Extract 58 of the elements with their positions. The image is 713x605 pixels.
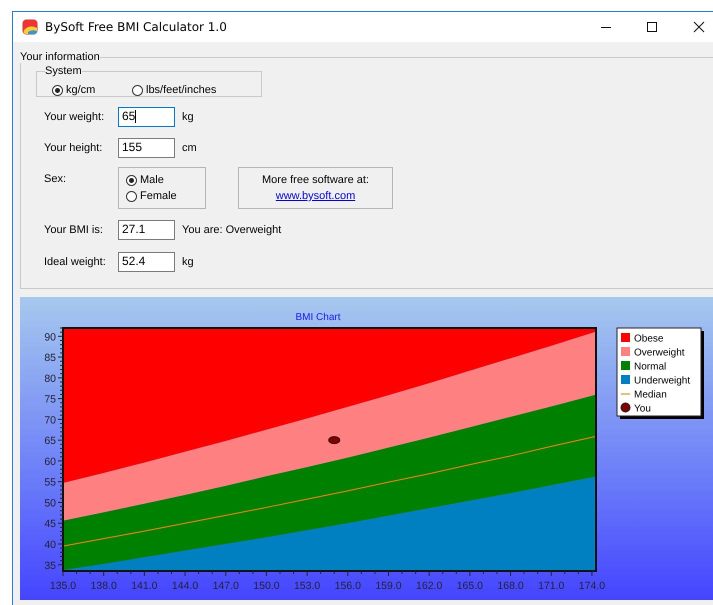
y-tick-label: 85 <box>44 352 56 364</box>
input-field[interactable]: 155 <box>118 138 175 158</box>
x-tick-label: 147.0 <box>212 580 239 592</box>
y-tick-label: 40 <box>44 539 56 551</box>
close-icon[interactable] <box>693 21 705 33</box>
legend-label: Overweight <box>634 348 685 358</box>
x-tick-label: 165.0 <box>456 580 483 592</box>
field-label: Your weight: <box>44 111 106 123</box>
x-tick-label: 174.0 <box>578 580 606 592</box>
x-tick-label: 168.0 <box>497 580 524 592</box>
x-tick-label: 150.0 <box>253 580 280 592</box>
y-tick-label: 75 <box>44 394 56 406</box>
x-tick-label: 153.0 <box>294 580 320 592</box>
radio-button[interactable]: Male <box>126 172 205 188</box>
y-tick-label: 45 <box>44 518 56 530</box>
y-tick-label: 90 <box>44 331 56 344</box>
legend-label: Obese <box>634 334 664 344</box>
field-label: Your height: <box>44 142 104 154</box>
y-tick-label: 55 <box>44 476 56 489</box>
x-tick-label: 159.0 <box>375 580 402 592</box>
y-tick-label: 60 <box>44 456 56 468</box>
website-link[interactable]: www.bysoft.com <box>276 190 356 202</box>
legend-label: Median <box>634 390 667 400</box>
unit-label: kg <box>182 111 194 123</box>
legend-label: Normal <box>634 362 666 372</box>
radio-button[interactable]: Female <box>126 188 205 204</box>
y-tick-label: 80 <box>44 372 56 385</box>
app-icon <box>22 19 38 35</box>
field-label: Your BMI is: <box>44 224 104 236</box>
result-text: You are: Overweight <box>182 224 282 236</box>
x-tick-label: 156.0 <box>334 580 361 592</box>
group-title: Your information <box>20 51 100 63</box>
input-field[interactable]: 52.4 <box>118 252 175 272</box>
unit-label: kg <box>182 256 194 268</box>
input-field[interactable]: 27.1 <box>118 220 175 240</box>
window-title: BySoft Free BMI Calculator 1.0 <box>45 20 227 34</box>
legend-label: You <box>634 404 651 414</box>
y-tick-label: 50 <box>44 497 56 510</box>
y-tick-label: 65 <box>44 435 56 448</box>
x-tick-label: 138.0 <box>90 580 117 592</box>
x-tick-label: 141.0 <box>131 580 158 592</box>
promo-text: More free software at: <box>262 174 369 186</box>
field-label: Ideal weight: <box>44 256 107 268</box>
y-tick-label: 70 <box>44 414 56 426</box>
maximize-icon[interactable] <box>646 21 658 33</box>
field-label: Sex: <box>44 173 68 185</box>
chart-title: BMI Chart <box>296 312 340 323</box>
x-tick-label: 135.0 <box>50 580 76 592</box>
radio-button[interactable]: lbs/feet/inches <box>132 82 216 98</box>
x-tick-label: 171.0 <box>538 580 564 592</box>
input-field[interactable]: 65 <box>118 107 175 127</box>
radio-button[interactable]: kg/cm <box>52 82 132 98</box>
x-tick-label: 162.0 <box>416 580 442 592</box>
legend-label: Underweight <box>634 376 690 386</box>
group-title: System <box>45 65 82 77</box>
y-tick-label: 35 <box>44 560 56 572</box>
unit-label: cm <box>182 142 197 154</box>
x-tick-label: 144.0 <box>172 580 198 592</box>
